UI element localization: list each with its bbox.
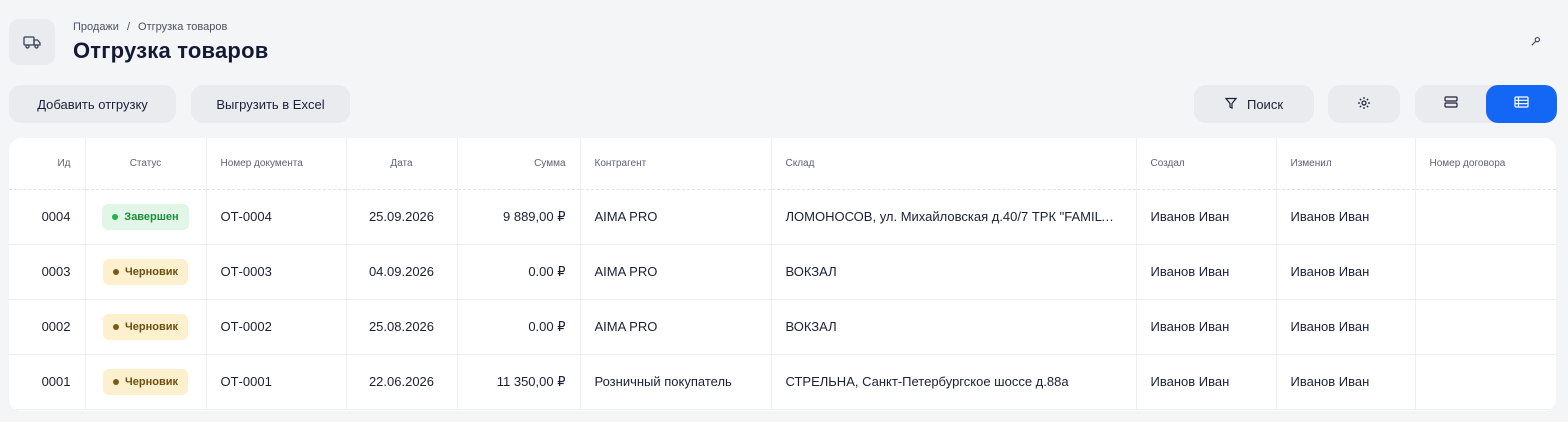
cell-counterparty: Розничный покупатель [580,354,772,410]
status-badge-label: Черновик [125,320,178,333]
column-header-status[interactable]: Статус [85,138,207,190]
breadcrumb-separator: / [126,21,131,33]
table-view-icon [1514,95,1529,113]
cell-date: 04.09.2026 [346,244,458,300]
table-row[interactable]: 0001 Черновик ОТ-0001 22.06.2026 11 350,… [9,354,1556,410]
page-title: Отгрузка товаров [73,38,269,63]
truck-icon [9,19,55,65]
cell-date: 22.06.2026 [346,354,458,410]
status-badge: Черновик [103,313,188,340]
rows-view-button[interactable] [1415,85,1486,123]
cell-contract-number [1415,299,1556,355]
breadcrumb: Продажи / Отгрузка товаров [73,21,227,33]
cell-warehouse: ЛОМОНОСОВ, ул. Михайловская д.40/7 ТРК "… [771,189,1137,245]
cell-doc-number: ОТ-0003 [206,244,347,300]
search-button[interactable]: Поиск [1194,85,1314,123]
cell-status: Черновик [85,244,207,300]
cell-warehouse: ВОКЗАЛ [771,244,1137,300]
column-header-contract-number[interactable]: Номер договора [1415,138,1556,190]
status-badge: Завершен [102,203,189,230]
cell-doc-number: ОТ-0001 [206,354,347,410]
cell-modified-by: Иванов Иван [1276,354,1416,410]
column-header-id[interactable]: Ид [9,138,86,190]
cell-doc-number: ОТ-0004 [206,189,347,245]
cell-id: 0003 [9,244,86,300]
cell-warehouse: СТРЕЛЬНА, Санкт-Петербургское шоссе д.88… [771,354,1137,410]
column-header-date[interactable]: Дата [346,138,458,190]
cell-created-by: Иванов Иван [1136,244,1277,300]
cell-created-by: Иванов Иван [1136,299,1277,355]
status-dot [113,323,120,330]
status-badge: Черновик [103,368,188,395]
add-shipment-button[interactable]: Добавить отгрузку [9,85,176,123]
status-dot [113,268,120,275]
table-header-row: Ид Статус Номер документа Дата Сумма Кон… [9,138,1556,190]
cell-contract-number [1415,354,1556,410]
cell-status: Завершен [85,189,207,245]
column-header-modified-by[interactable]: Изменил [1276,138,1416,190]
cell-status: Черновик [85,354,207,410]
cell-contract-number [1415,244,1556,300]
table-row[interactable]: 0002 Черновик ОТ-0002 25.08.2026 0.00 ₽ … [9,299,1556,355]
status-badge: Черновик [103,258,188,285]
status-badge-label: Завершен [124,210,179,223]
cell-counterparty: AIMA PRO [580,244,772,300]
cell-warehouse: ВОКЗАЛ [771,299,1137,355]
status-dot [112,213,119,220]
cell-id: 0004 [9,189,86,245]
cell-modified-by: Иванов Иван [1276,189,1416,245]
cell-counterparty: AIMA PRO [580,299,772,355]
cell-modified-by: Иванов Иван [1276,299,1416,355]
export-excel-button[interactable]: Выгрузить в Excel [191,85,350,123]
cell-id: 0001 [9,354,86,410]
cell-contract-number [1415,189,1556,245]
cell-sum: 9 889,00 ₽ [457,189,581,245]
wrench-icon[interactable] [1528,34,1542,48]
search-button-label: Поиск [1246,96,1284,112]
cell-created-by: Иванов Иван [1136,189,1277,245]
view-mode-toggle [1415,85,1557,123]
filter-icon [1224,97,1238,112]
settings-button[interactable] [1328,85,1400,123]
table-row[interactable]: 0003 Черновик ОТ-0003 04.09.2026 0.00 ₽ … [9,244,1556,300]
cell-created-by: Иванов Иван [1136,354,1277,410]
breadcrumb-current: Отгрузка товаров [138,21,228,33]
rows-view-icon [1443,95,1458,113]
column-header-doc-number[interactable]: Номер документа [206,138,347,190]
breadcrumb-parent-link[interactable]: Продажи [73,21,119,33]
column-header-sum[interactable]: Сумма [457,138,581,190]
column-header-counterparty[interactable]: Контрагент [580,138,772,190]
cell-sum: 0.00 ₽ [457,299,581,355]
status-badge-label: Черновик [125,265,178,278]
cell-sum: 11 350,00 ₽ [457,354,581,410]
column-header-created-by[interactable]: Создал [1136,138,1277,190]
cell-status: Черновик [85,299,207,355]
status-dot [113,378,120,385]
cell-modified-by: Иванов Иван [1276,244,1416,300]
cell-id: 0002 [9,299,86,355]
shipments-table: Ид Статус Номер документа Дата Сумма Кон… [9,138,1556,411]
cell-counterparty: AIMA PRO [580,189,772,245]
table-row[interactable]: 0004 Завершен ОТ-0004 25.09.2026 9 889,0… [9,189,1556,245]
gear-icon [1357,96,1371,113]
status-badge-label: Черновик [125,375,178,388]
column-header-warehouse[interactable]: Склад [771,138,1137,190]
cell-doc-number: ОТ-0002 [206,299,347,355]
cell-date: 25.09.2026 [346,189,458,245]
table-view-button[interactable] [1486,85,1557,123]
cell-sum: 0.00 ₽ [457,244,581,300]
cell-date: 25.08.2026 [346,299,458,355]
